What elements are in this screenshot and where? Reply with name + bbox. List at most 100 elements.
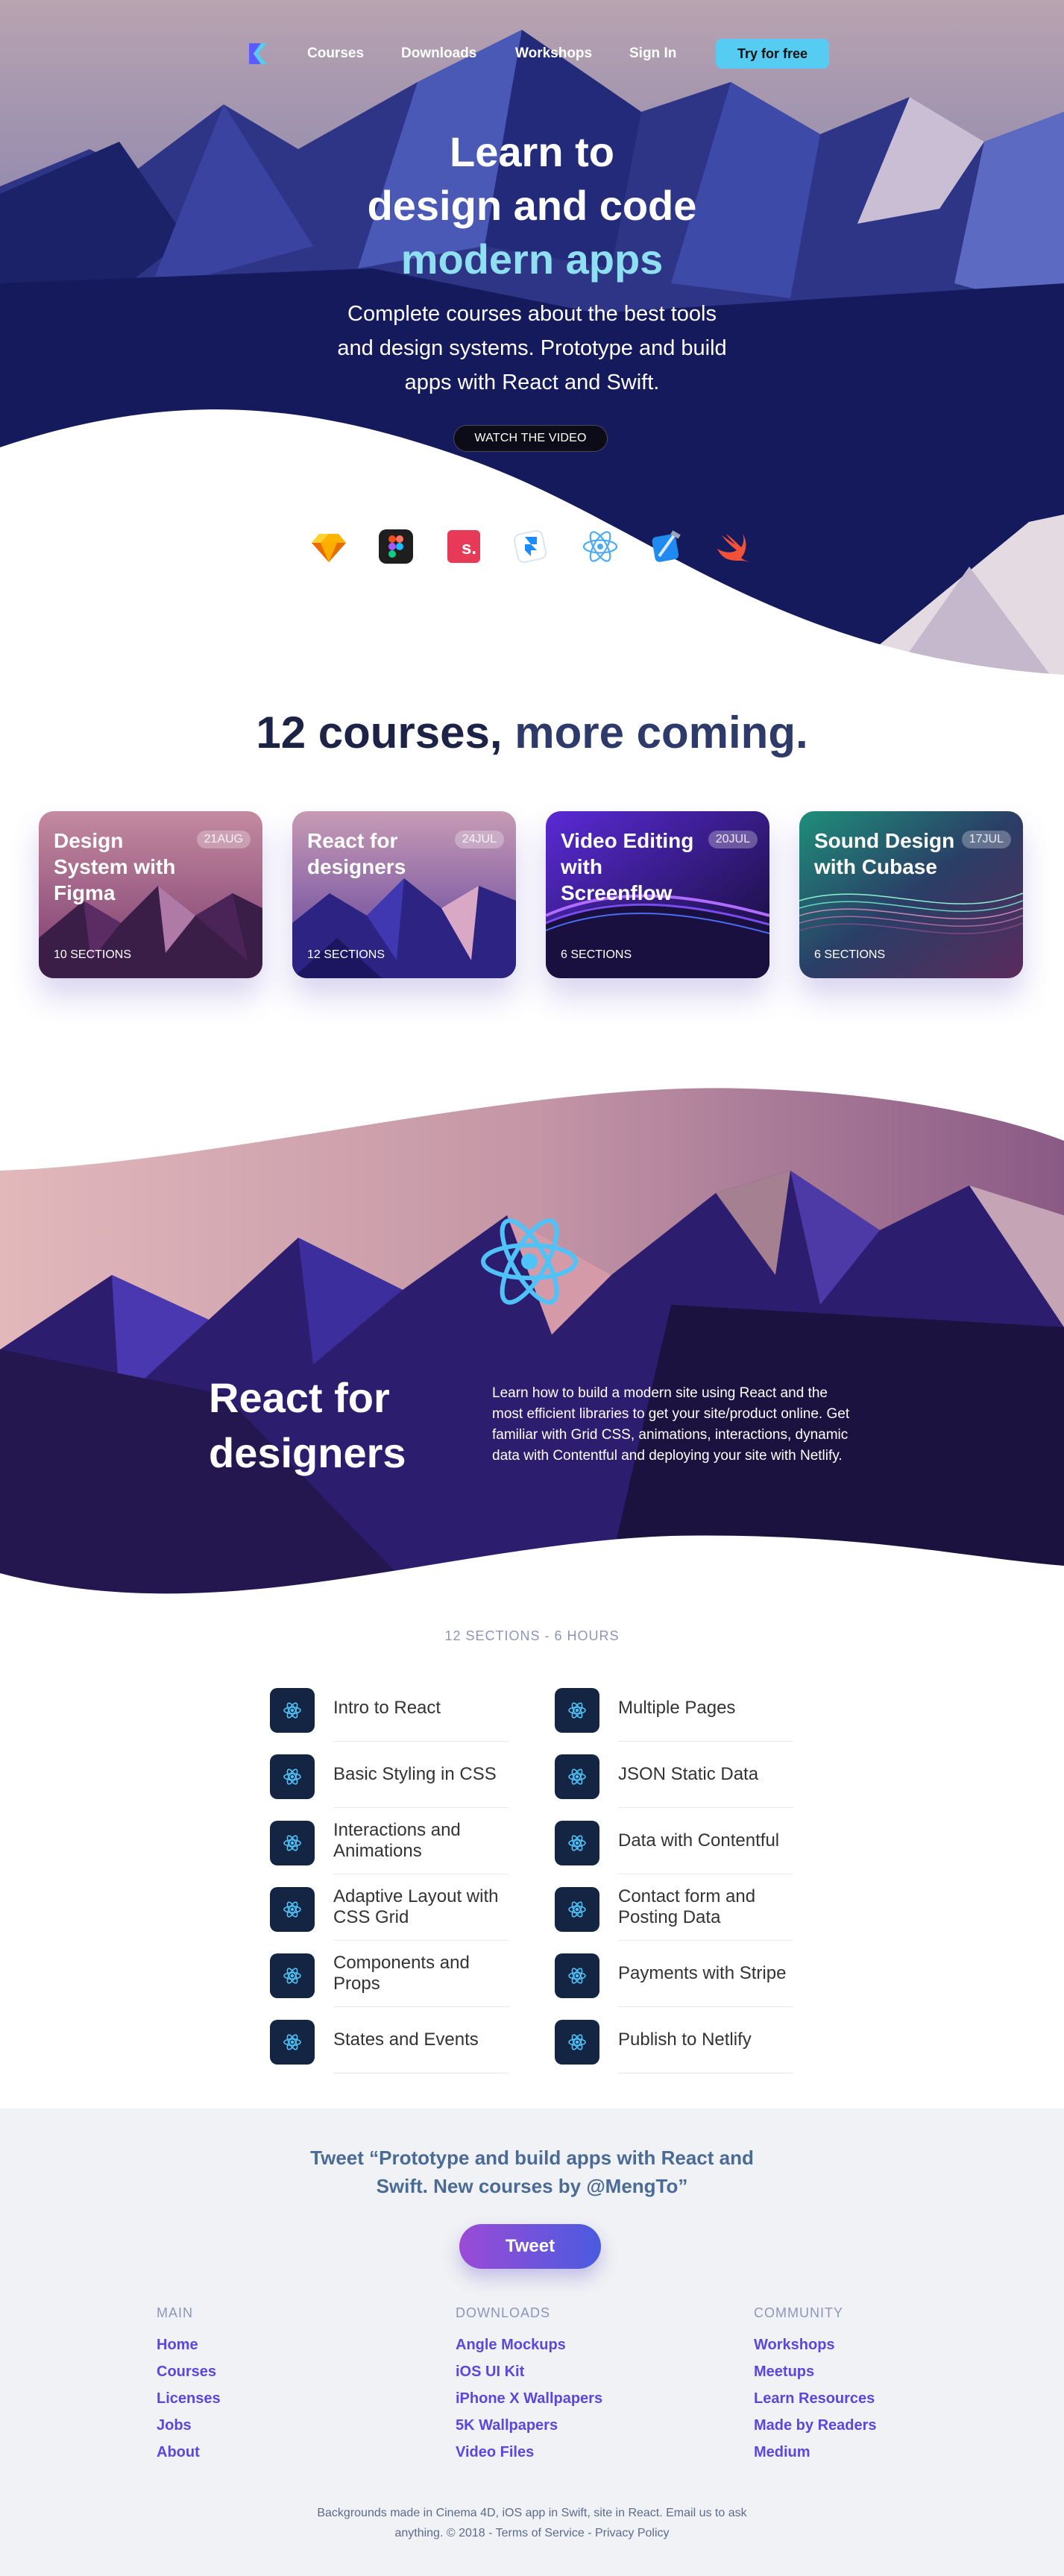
react-course-description: Learn how to build a modern site using R… — [492, 1385, 850, 1464]
react-icon — [555, 1821, 599, 1865]
section-item[interactable]: Adaptive Layout with CSS Grid — [270, 1874, 509, 1941]
framer-icon — [513, 529, 547, 564]
footer-link-jobs[interactable]: Jobs — [157, 2412, 350, 2439]
react-icon — [555, 1887, 599, 1932]
nav-link-courses[interactable]: Courses — [307, 45, 364, 62]
section-item[interactable]: Publish to Netlify — [555, 2007, 793, 2073]
section-label: Publish to Netlify — [618, 2007, 793, 2073]
hero-subtitle: Complete courses about the best tools an… — [337, 302, 727, 394]
courses-heading: 12 courses, more coming. — [0, 707, 1064, 758]
course-sections-count: 10 SECTIONS — [54, 948, 132, 961]
landing-page: Courses Downloads Workshops Sign In Try … — [0, 0, 1064, 2576]
course-sections-count: 6 SECTIONS — [814, 948, 886, 961]
try-for-free-button[interactable]: Try for free — [716, 39, 829, 69]
course-title: Sound Design with Cubase — [814, 829, 955, 878]
react-icon — [270, 1887, 315, 1932]
logo-icon[interactable] — [246, 42, 270, 66]
course-card-figma[interactable]: Design System with Figma 21AUG 10 SECTIO… — [39, 811, 262, 978]
watch-video-button[interactable]: WATCH THE VIDEO — [453, 425, 608, 452]
section-item[interactable]: Basic Styling in CSS — [270, 1742, 509, 1808]
section-label: Data with Contentful — [618, 1808, 793, 1874]
react-course-title: React for designers — [209, 1374, 406, 1476]
nav-link-sign-in[interactable]: Sign In — [629, 45, 676, 62]
course-date-badge: 21AUG — [196, 831, 251, 848]
footer-column-heading: MAIN — [157, 2305, 193, 2320]
nav-link-workshops[interactable]: Workshops — [515, 45, 592, 62]
section-label: Interactions and Animations — [333, 1808, 509, 1874]
section-item[interactable]: Data with Contentful — [555, 1808, 793, 1874]
studio-icon: s. — [447, 530, 480, 563]
course-title: Design System with Figma — [54, 829, 176, 904]
course-sections-count: 6 SECTIONS — [561, 948, 632, 961]
nav-link-downloads[interactable]: Downloads — [401, 45, 476, 62]
section-label: Adaptive Layout with CSS Grid — [333, 1874, 509, 1941]
courses-heading-rest: more coming. — [514, 708, 808, 758]
section-item[interactable]: States and Events — [270, 2007, 509, 2073]
xcode-icon — [652, 530, 681, 562]
section-label: Intro to React — [333, 1675, 509, 1742]
course-date-badge: 24JUL — [454, 831, 504, 848]
course-title: React for designers — [307, 829, 406, 878]
hero-title-line-1: Learn to — [450, 128, 614, 175]
figma-icon — [379, 529, 413, 564]
sections-caption: 12 SECTIONS - 6 HOURS — [444, 1628, 620, 1643]
section-item[interactable]: Components and Props — [270, 1941, 509, 2007]
section-item[interactable]: Intro to React — [270, 1675, 509, 1742]
footer-link-meetups[interactable]: Meetups — [754, 2358, 948, 2385]
section-item[interactable]: Payments with Stripe — [555, 1941, 793, 2007]
course-card-screenflow[interactable]: Video Editing with Screenflow 20JUL 6 SE… — [546, 811, 769, 978]
footer-link-about[interactable]: About — [157, 2439, 350, 2466]
course-date-badge: 20JUL — [708, 831, 758, 848]
react-icon — [555, 1688, 599, 1733]
footer-link-medium[interactable]: Medium — [754, 2439, 948, 2466]
footer-link-workshops[interactable]: Workshops — [754, 2331, 948, 2358]
react-icon — [555, 2020, 599, 2065]
footer-column-main: MAIN Home Courses Licenses Jobs About — [157, 2305, 350, 2466]
footer-note: Backgrounds made in Cinema 4D, iOS app i… — [317, 2507, 747, 2539]
top-navigation: Courses Downloads Workshops Sign In Try … — [0, 39, 1064, 69]
react-icon — [270, 1688, 315, 1733]
react-icon — [270, 1953, 315, 1998]
footer-link-video-files[interactable]: Video Files — [456, 2439, 649, 2466]
section-label: Contact form and Posting Data — [618, 1874, 793, 1941]
footer-column-community: COMMUNITY Workshops Meetups Learn Resour… — [754, 2305, 948, 2466]
section-item[interactable]: Interactions and Animations — [270, 1808, 509, 1874]
footer-link-learn-resources[interactable]: Learn Resources — [754, 2385, 948, 2412]
footer-link-courses[interactable]: Courses — [157, 2358, 350, 2385]
hero-section: Courses Downloads Workshops Sign In Try … — [0, 0, 1064, 693]
footer-link-iphone-x-wallpapers[interactable]: iPhone X Wallpapers — [456, 2385, 649, 2412]
section-label: Basic Styling in CSS — [333, 1742, 509, 1808]
svg-text:s.: s. — [462, 538, 476, 558]
footer-link-licenses[interactable]: Licenses — [157, 2385, 350, 2412]
section-label: Payments with Stripe — [618, 1941, 793, 2007]
course-card-cubase[interactable]: Sound Design with Cubase 17JUL 6 SECTION… — [799, 811, 1023, 978]
react-icon — [555, 1754, 599, 1799]
section-label: Components and Props — [333, 1941, 509, 2007]
footer-column-downloads: DOWNLOADS Angle Mockups iOS UI Kit iPhon… — [456, 2305, 649, 2466]
hero-title: Learn to design and code modern apps — [0, 125, 1064, 286]
footer-column-heading: DOWNLOADS — [456, 2305, 551, 2320]
react-logo-icon — [481, 1218, 578, 1305]
footer-link-home[interactable]: Home — [157, 2331, 350, 2358]
course-card-react[interactable]: React for designers 24JUL 12 SECTIONS — [292, 811, 516, 978]
section-item[interactable]: Contact form and Posting Data — [555, 1874, 793, 1941]
react-icon — [270, 2020, 315, 2065]
sketch-icon — [312, 534, 346, 562]
tweet-button[interactable]: Tweet — [459, 2224, 601, 2269]
footer-link-ios-ui-kit[interactable]: iOS UI Kit — [456, 2358, 649, 2385]
hero-title-line-2: design and code — [367, 182, 697, 229]
react-icon — [582, 531, 618, 562]
tweet-quote: Tweet “Prototype and build apps with Rea… — [310, 2147, 754, 2197]
react-icon — [270, 1754, 315, 1799]
react-icon — [270, 1821, 315, 1865]
footer-link-made-by-readers[interactable]: Made by Readers — [754, 2412, 948, 2439]
section-item[interactable]: JSON Static Data — [555, 1742, 793, 1808]
react-icon — [555, 1953, 599, 1998]
react-course-banner — [0, 1088, 1064, 1625]
section-label: JSON Static Data — [618, 1742, 793, 1808]
section-label: States and Events — [333, 2007, 509, 2073]
section-item[interactable]: Multiple Pages — [555, 1675, 793, 1742]
hero-title-line-3: modern apps — [400, 236, 664, 283]
footer-link-angle-mockups[interactable]: Angle Mockups — [456, 2331, 649, 2358]
footer-link-5k-wallpapers[interactable]: 5K Wallpapers — [456, 2412, 649, 2439]
